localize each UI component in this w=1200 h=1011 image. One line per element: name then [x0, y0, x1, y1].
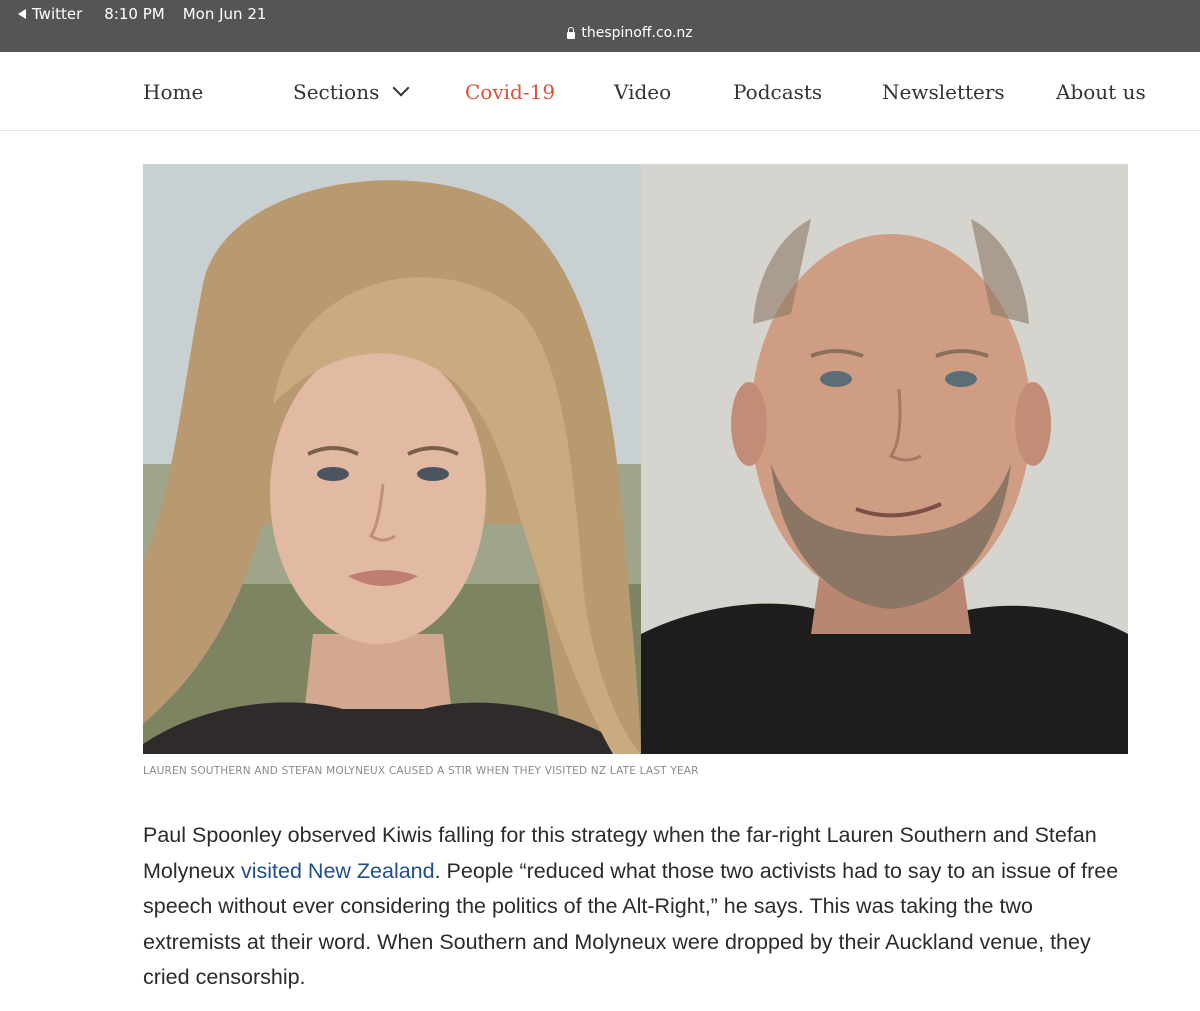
- site-nav: Home Sections Covid-19 Video Podcasts Ne…: [0, 52, 1200, 131]
- back-app-label[interactable]: Twitter: [32, 5, 82, 23]
- portrait-left-graphic: [143, 164, 641, 754]
- status-left: Twitter 8:10 PM Mon Jun 21: [18, 5, 266, 23]
- portrait-right: [641, 164, 1128, 754]
- back-triangle-icon[interactable]: [18, 9, 26, 19]
- portrait-right-graphic: [641, 164, 1128, 754]
- status-time: 8:10 PM: [104, 5, 165, 23]
- status-date: Mon Jun 21: [182, 5, 267, 23]
- nav-item-home[interactable]: Home: [143, 80, 203, 104]
- article-paragraph: Paul Spoonley observed Kiwis falling for…: [143, 818, 1123, 996]
- lock-icon: [567, 26, 576, 39]
- address-bar[interactable]: thespinoff.co.nz: [0, 25, 1200, 43]
- nav-item-podcasts[interactable]: Podcasts: [733, 80, 822, 104]
- nav-item-sections-label: Sections: [293, 80, 380, 104]
- nav-item-about-us[interactable]: About us: [1056, 80, 1146, 104]
- nav-item-newsletters[interactable]: Newsletters: [882, 80, 1005, 104]
- nav-item-sections[interactable]: Sections: [293, 79, 410, 104]
- portrait-left: [143, 164, 641, 754]
- hero-image: [143, 164, 1128, 754]
- nav-item-covid-19[interactable]: Covid-19: [465, 80, 555, 104]
- visited-new-zealand-link[interactable]: visited New Zealand: [241, 859, 435, 883]
- nav-item-video[interactable]: Video: [614, 80, 671, 104]
- status-bar: Twitter 8:10 PM Mon Jun 21 thespinoff.co…: [0, 0, 1200, 52]
- address-bar-inner[interactable]: thespinoff.co.nz: [567, 25, 693, 41]
- url-text[interactable]: thespinoff.co.nz: [581, 25, 692, 41]
- chevron-down-icon[interactable]: [392, 79, 410, 97]
- image-caption: LAUREN SOUTHERN AND STEFAN MOLYNEUX CAUS…: [143, 765, 699, 777]
